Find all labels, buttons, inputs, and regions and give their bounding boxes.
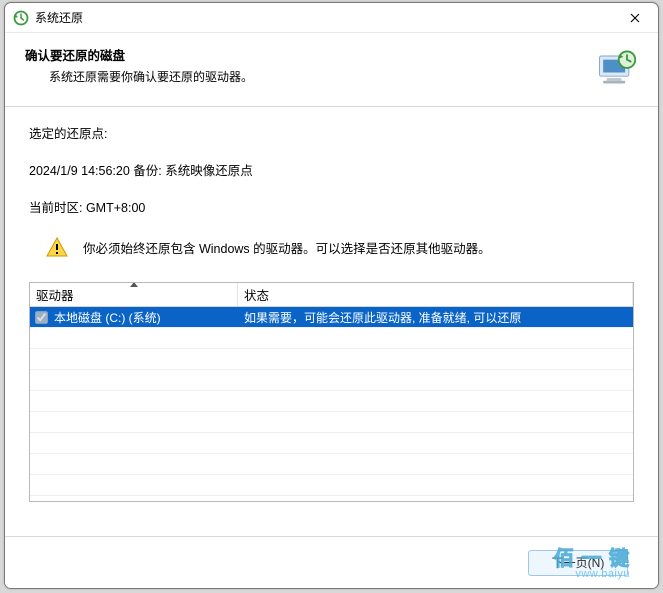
table-row-empty xyxy=(30,412,633,433)
page-subtitle: 系统还原需要你确认要还原的驱动器。 xyxy=(25,68,586,85)
column-header-drive-label: 驱动器 xyxy=(36,285,74,304)
row-drive: 本地磁盘 (C:) (系统) xyxy=(52,309,238,326)
table-row-empty xyxy=(30,475,633,496)
table-row-empty xyxy=(30,349,633,370)
header: 确认要还原的磁盘 系统还原需要你确认要还原的驱动器。 xyxy=(5,33,658,107)
grid-header: 驱动器 状态 xyxy=(30,283,633,307)
timezone-line: 当前时区: GMT+8:00 xyxy=(29,197,634,216)
table-row-empty xyxy=(30,391,633,412)
table-row-empty xyxy=(30,454,633,475)
content-area: 选定的还原点: 2024/1/9 14:56:20 备份: 系统映像还原点 当前… xyxy=(5,107,658,502)
selected-restore-point-value: 2024/1/9 14:56:20 备份: 系统映像还原点 xyxy=(29,160,634,179)
grid-body: 本地磁盘 (C:) (系统) 如果需要，可能会还原此驱动器, 准备就绪, 可以还… xyxy=(30,307,633,496)
table-row-empty xyxy=(30,370,633,391)
next-button-label: 下一页(N) xyxy=(552,554,605,571)
table-row[interactable]: 本地磁盘 (C:) (系统) 如果需要，可能会还原此驱动器, 准备就绪, 可以还… xyxy=(30,307,633,328)
warning-text: 你必须始终还原包含 Windows 的驱动器。可以选择是否还原其他驱动器。 xyxy=(83,236,491,257)
warning-icon xyxy=(45,236,69,260)
page-title: 确认要还原的磁盘 xyxy=(25,45,586,64)
selected-restore-point-label: 选定的还原点: xyxy=(29,123,634,142)
row-status: 如果需要，可能会还原此驱动器, 准备就绪, 可以还原 xyxy=(238,309,633,326)
next-button[interactable]: 下一页(N) xyxy=(528,550,628,576)
table-row-empty xyxy=(30,433,633,454)
column-header-status-label: 状态 xyxy=(244,285,269,304)
titlebar: 系统还原 xyxy=(5,3,658,33)
column-header-status[interactable]: 状态 xyxy=(238,283,633,306)
row-checkbox[interactable] xyxy=(35,311,48,324)
system-restore-window: 系统还原 确认要还原的磁盘 系统还原需要你确认要还原的驱动器。 选定的还原点: … xyxy=(4,2,659,589)
window-title: 系统还原 xyxy=(35,9,612,26)
footer: 下一页(N) xyxy=(5,536,658,588)
restore-hero-icon xyxy=(594,45,638,89)
row-checkbox-cell xyxy=(30,311,52,324)
sort-asc-icon xyxy=(130,282,138,287)
warning-row: 你必须始终还原包含 Windows 的驱动器。可以选择是否还原其他驱动器。 xyxy=(29,236,634,260)
close-button[interactable] xyxy=(612,3,658,33)
column-header-drive[interactable]: 驱动器 xyxy=(30,283,238,306)
table-row-empty xyxy=(30,328,633,349)
drive-grid[interactable]: 驱动器 状态 本地磁盘 (C:) (系统) 如果需要，可能会还原此驱动器, 准备… xyxy=(29,282,634,502)
app-icon xyxy=(13,10,29,26)
